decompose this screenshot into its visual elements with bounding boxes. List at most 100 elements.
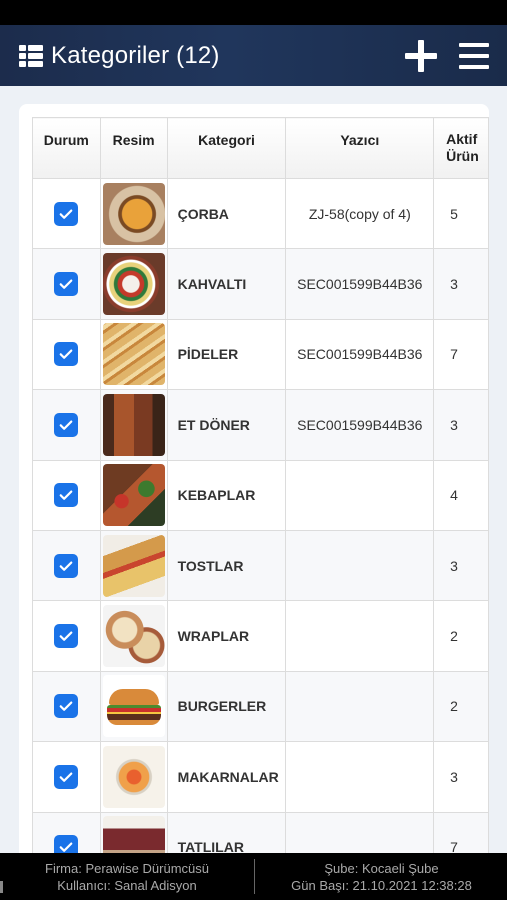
app-header: Kategoriler (12) [0,25,507,86]
table-row[interactable]: ÇORBA ZJ-58(copy of 4) 5 [32,177,489,250]
image-cell [99,248,168,320]
category-name[interactable]: KEBAPLAR [166,459,287,531]
column-header-yazici[interactable]: Yazıcı [285,117,435,179]
column-header-resim[interactable]: Resim [99,117,168,179]
pasta-image[interactable] [102,745,165,808]
footer-bar: Firma: Perawise Dürümcüsü Kullanıcı: San… [0,853,507,900]
status-checkbox[interactable] [54,764,79,789]
column-header-aktif-urun[interactable]: Aktif Ürün [433,117,489,179]
status-cell [32,600,101,672]
aktif-header-line2: Ürün [446,148,479,164]
table-row[interactable]: WRAPLAR 2 [32,600,489,672]
list-icon [19,44,43,67]
image-cell [99,177,168,250]
check-icon [59,279,73,289]
printer-name [285,459,435,531]
status-cell [32,177,101,250]
printer-name [285,529,435,602]
active-product-count: 7 [433,318,489,391]
category-name[interactable]: KAHVALTI [166,248,287,320]
image-cell [99,811,168,853]
status-cell [32,811,101,853]
category-name[interactable]: TATLILAR [166,811,287,853]
content-area: Durum Resim Kategori Yazıcı Aktif Ürün Ç… [0,86,507,853]
categories-card: Durum Resim Kategori Yazıcı Aktif Ürün Ç… [19,104,489,853]
category-name[interactable]: ÇORBA [166,177,287,250]
check-icon [59,349,73,360]
category-name[interactable]: WRAPLAR [166,600,287,672]
printer-name: SEC001599B44B36 [285,318,435,391]
printer-name [285,741,435,813]
column-header-durum[interactable]: Durum [32,117,101,179]
user-name: Kullanıcı: Sanal Adisyon [57,878,197,893]
hamburger-menu-button[interactable] [459,42,489,69]
column-header-kategori[interactable]: Kategori [166,117,287,179]
kebab-image[interactable] [102,464,165,527]
breakfast-image[interactable] [102,253,165,316]
status-checkbox[interactable] [54,624,79,649]
check-icon [59,561,73,571]
doner-image[interactable] [102,393,165,456]
branch-name: Şube: Kocaeli Şube [324,861,439,876]
active-product-count: 5 [433,177,489,250]
check-icon [59,701,73,712]
check-icon [59,490,73,501]
printer-name: ZJ-58(copy of 4) [285,177,435,250]
table-row[interactable]: PİDELER SEC001599B44B36 7 [32,318,489,391]
active-product-count: 2 [433,600,489,672]
active-product-count: 2 [433,670,489,743]
burger-image[interactable] [102,675,165,738]
footer-divider [254,859,255,894]
table-row[interactable]: BURGERLER 2 [32,670,489,743]
category-name[interactable]: MAKARNALAR [166,741,287,813]
status-checkbox[interactable] [54,272,79,297]
status-checkbox[interactable] [54,553,79,578]
status-checkbox[interactable] [54,412,79,437]
table-row[interactable]: TOSTLAR 3 [32,529,489,602]
printer-name: SEC001599B44B36 [285,389,435,461]
categories-table: Durum Resim Kategori Yazıcı Aktif Ürün Ç… [32,117,489,853]
image-cell [99,670,168,743]
printer-name: SEC001599B44B36 [285,248,435,320]
table-row[interactable]: ET DÖNER SEC001599B44B36 3 [32,389,489,461]
printer-name [285,600,435,672]
check-icon [59,631,73,641]
category-name[interactable]: BURGERLER [166,670,287,743]
status-checkbox[interactable] [54,342,79,367]
status-bar [0,0,507,25]
pide-image[interactable] [102,323,165,386]
image-cell [99,600,168,672]
soup-image[interactable] [102,182,165,245]
table-row[interactable]: MAKARNALAR 3 [32,741,489,813]
category-name[interactable]: ET DÖNER [166,389,287,461]
status-checkbox[interactable] [54,835,79,853]
table-header-row: Durum Resim Kategori Yazıcı Aktif Ürün [32,117,489,179]
header-actions [405,39,507,72]
active-product-count: 3 [433,389,489,461]
category-name[interactable]: PİDELER [166,318,287,391]
footer-branch-info: Şube: Kocaeli Şube Gün Başı: 21.10.2021 … [256,860,507,894]
check-icon [59,209,73,219]
wrap-image[interactable] [102,605,165,668]
check-icon [59,772,73,782]
add-category-button[interactable] [405,39,437,72]
toast-image[interactable] [102,534,165,597]
status-cell [32,389,101,461]
dessert-image[interactable] [102,816,165,853]
image-cell [99,389,168,461]
table-row[interactable]: KEBAPLAR 4 [32,459,489,531]
image-cell [99,741,168,813]
company-name: Firma: Perawise Dürümcüsü [45,861,209,876]
category-name[interactable]: TOSTLAR [166,529,287,602]
active-product-count: 7 [433,811,489,853]
table-row[interactable]: KAHVALTI SEC001599B44B36 3 [32,248,489,320]
day-start-time: Gün Başı: 21.10.2021 12:38:28 [291,878,472,893]
status-checkbox[interactable] [54,694,79,719]
status-checkbox[interactable] [54,483,79,508]
table-row[interactable]: TATLILAR 7 [32,811,489,853]
footer-company-info: Firma: Perawise Dürümcüsü Kullanıcı: San… [0,860,254,894]
active-product-count: 3 [433,529,489,602]
status-checkbox[interactable] [54,201,79,226]
status-cell [32,318,101,391]
active-product-count: 4 [433,459,489,531]
